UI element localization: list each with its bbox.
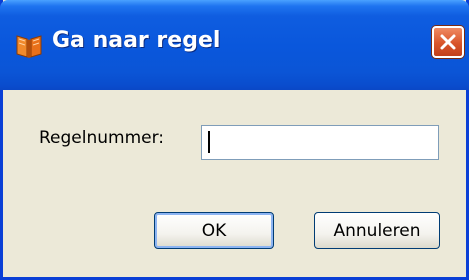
cancel-button[interactable]: Annuleren [314, 212, 440, 249]
close-icon [440, 34, 456, 50]
ok-button[interactable]: OK [154, 212, 274, 249]
title-bar[interactable]: Ga naar regel [0, 0, 469, 90]
window-title: Ga naar regel [52, 28, 221, 53]
line-number-input[interactable] [201, 125, 439, 160]
book-icon [14, 30, 44, 60]
text-cursor [208, 131, 210, 153]
dialog-window: Ga naar regel Regelnummer: OK Annuleren [0, 0, 469, 280]
close-button[interactable] [432, 26, 464, 58]
line-number-label: Regelnummer: [39, 128, 165, 148]
